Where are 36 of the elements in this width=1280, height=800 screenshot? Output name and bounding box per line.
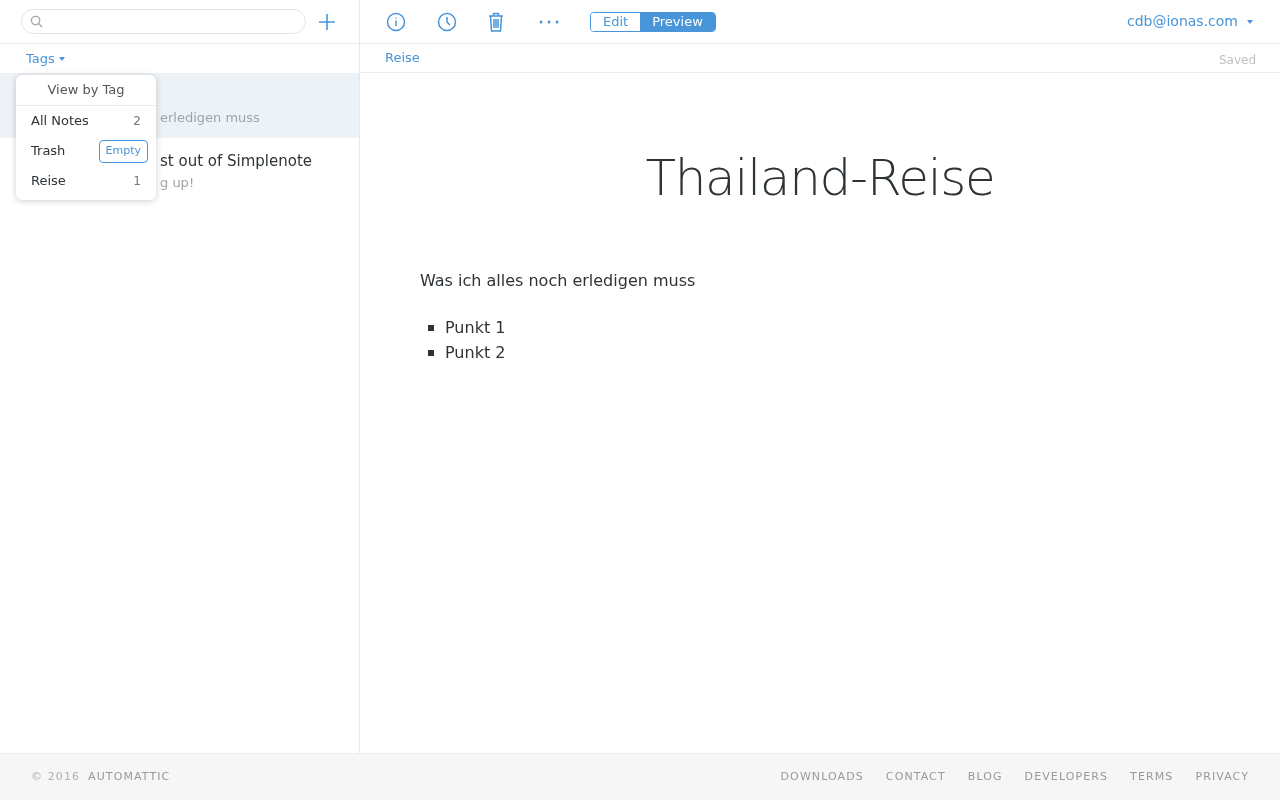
- footer-link[interactable]: PRIVACY: [1195, 768, 1249, 786]
- footer-link[interactable]: DOWNLOADS: [780, 768, 864, 786]
- footer-link[interactable]: CONTACT: [885, 768, 946, 786]
- tag-menu-item[interactable]: Trash: [31, 141, 66, 161]
- tags-dropdown[interactable]: Tags: [26, 48, 65, 69]
- note-title: st out of Simplenote: [160, 151, 314, 170]
- brand-link[interactable]: AUTOMATTIC: [88, 768, 171, 786]
- footer-link[interactable]: TERMS: [1130, 768, 1174, 786]
- list-item-text: Punkt 1: [445, 316, 506, 339]
- account-menu[interactable]: cdb@ionas.com: [1126, 11, 1253, 32]
- note-count: 2: [133, 113, 142, 130]
- new-note-button[interactable]: [318, 11, 338, 32]
- save-status: Saved: [1218, 52, 1256, 69]
- note-preview: erledigen muss: [160, 109, 261, 127]
- bullet-icon: [428, 324, 434, 331]
- empty-trash-button[interactable]: Empty: [98, 139, 148, 163]
- footer-link[interactable]: DEVELOPERS: [1024, 768, 1109, 786]
- clock-icon: [437, 11, 457, 32]
- search-icon: [30, 15, 43, 28]
- note-count: 1: [133, 173, 142, 190]
- menu-title: View by Tag: [16, 75, 156, 106]
- tag-menu-item[interactable]: Reise: [31, 171, 66, 191]
- tag-menu-item[interactable]: All Notes: [31, 111, 89, 131]
- plus-icon: [318, 12, 336, 31]
- footer-link[interactable]: BLOG: [967, 768, 1003, 786]
- note-preview: g up!: [160, 174, 196, 192]
- info-icon: [386, 11, 406, 32]
- note-paragraph: Was ich alles noch erledigen muss: [420, 270, 697, 292]
- list-item-text: Punkt 2: [445, 341, 506, 364]
- mode-tab[interactable]: Preview: [640, 12, 715, 31]
- more-icon: [539, 19, 559, 24]
- bullet-icon: [428, 349, 434, 356]
- note-heading: Thailand-Reise: [644, 148, 996, 209]
- tag-chip[interactable]: Reise: [385, 48, 420, 68]
- trash-icon: [488, 11, 504, 32]
- copyright-text: © 2016: [31, 768, 81, 785]
